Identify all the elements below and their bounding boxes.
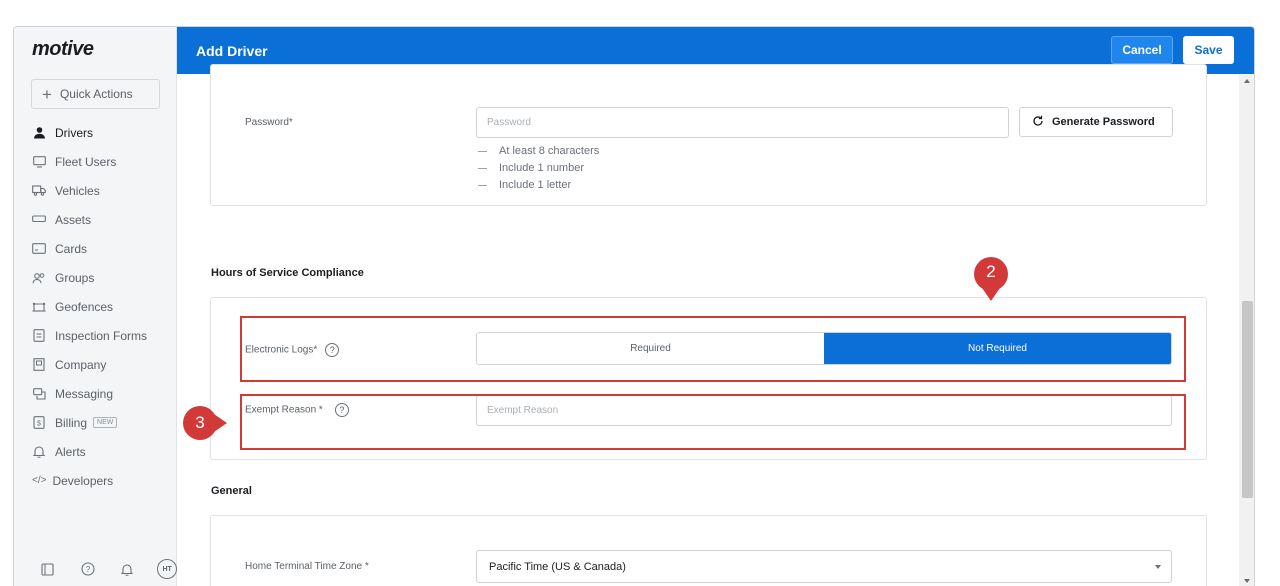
sidebar-item-groups[interactable]: Groups (14, 263, 177, 292)
card-icon (32, 242, 46, 256)
driver-icon (32, 126, 46, 140)
sidebar-item-label: Alerts (55, 444, 86, 459)
truck-icon (32, 184, 46, 198)
chevron-down-icon (1155, 565, 1161, 569)
password-rule: Include 1 number (478, 162, 584, 174)
notification-bell-icon[interactable] (118, 559, 138, 579)
sidebar-item-vehicles[interactable]: Vehicles (14, 176, 177, 205)
generate-password-label: Generate Password (1052, 116, 1155, 128)
sidebar-item-label: Fleet Users (55, 154, 117, 169)
timezone-select[interactable]: Pacific Time (US & Canada) (476, 550, 1172, 583)
sidebar-item-fleet-users[interactable]: Fleet Users (14, 147, 177, 176)
scroll-up-icon[interactable] (1244, 79, 1250, 83)
sidebar-item-label: Inspection Forms (55, 328, 148, 343)
password-rule: At least 8 characters (478, 145, 599, 157)
page-title: Add Driver (196, 42, 268, 59)
svg-text:$: $ (37, 421, 41, 428)
help-icon[interactable]: ? (78, 559, 98, 579)
annotation-marker-2: 2 (972, 255, 1010, 301)
form-content: Password* Password Generate Password At … (177, 64, 1239, 586)
scrollbar-thumb[interactable] (1242, 301, 1253, 498)
book-icon[interactable] (38, 559, 58, 579)
sidebar-item-label: Groups (55, 270, 95, 285)
sidebar-item-inspection-forms[interactable]: Inspection Forms (14, 321, 177, 350)
password-label: Password* (245, 117, 293, 128)
sidebar-item-billing[interactable]: $ Billing NEW (14, 408, 177, 437)
sidebar-item-label: Drivers (55, 125, 93, 140)
sidebar-item-label: Cards (55, 241, 88, 256)
quick-actions-label: Quick Actions (59, 87, 133, 101)
trailer-icon (32, 213, 46, 227)
sidebar-item-messaging[interactable]: Messaging (14, 379, 177, 408)
sidebar-item-drivers[interactable]: Drivers (14, 118, 177, 147)
plus-icon: + (42, 84, 52, 104)
save-button[interactable]: Save (1183, 36, 1234, 64)
annotation-marker-3: 3 (181, 404, 227, 442)
sidebar-item-label: Company (55, 357, 107, 372)
sidebar-item-alerts[interactable]: Alerts (14, 437, 177, 466)
building-icon (32, 358, 46, 372)
timezone-value: Pacific Time (US & Canada) (489, 560, 626, 573)
form-icon (32, 329, 46, 343)
sidebar-item-company[interactable]: Company (14, 350, 177, 379)
annotation-box-3 (240, 394, 1186, 450)
sidebar-nav: Drivers Fleet Users Vehicles Assets Card… (14, 118, 177, 495)
geofence-icon (32, 300, 46, 314)
sidebar-item-assets[interactable]: Assets (14, 205, 177, 234)
groups-icon (32, 271, 46, 285)
password-placeholder: Password (487, 117, 531, 128)
scroll-down-icon[interactable] (1244, 579, 1250, 583)
sidebar-item-label: Vehicles (55, 183, 100, 198)
refresh-icon (1032, 115, 1044, 130)
sidebar: motive + Quick Actions Drivers Fleet Use… (14, 27, 178, 586)
sidebar-footer: ? HT (14, 554, 178, 584)
general-section-heading: General (211, 485, 252, 497)
vertical-scrollbar[interactable] (1239, 74, 1254, 586)
hos-section-heading: Hours of Service Compliance (211, 267, 364, 279)
cancel-button[interactable]: Cancel (1111, 36, 1173, 64)
bell-icon (32, 445, 46, 459)
sidebar-item-label: Geofences (55, 299, 114, 314)
password-input[interactable]: Password (476, 107, 1009, 138)
svg-text:?: ? (85, 565, 90, 574)
password-rule: Include 1 letter (478, 179, 571, 191)
home-terminal-timezone-label: Home Terminal Time Zone * (245, 561, 369, 572)
sidebar-item-label: Developers (52, 473, 114, 488)
message-icon (32, 387, 46, 401)
sidebar-item-label: Billing (55, 415, 88, 430)
sidebar-item-label: Assets (55, 212, 92, 227)
sidebar-item-label: Messaging (55, 386, 114, 401)
monitor-icon (32, 155, 46, 169)
quick-actions-button[interactable]: + Quick Actions (31, 79, 160, 109)
avatar[interactable]: HT (157, 559, 178, 579)
sidebar-item-cards[interactable]: Cards (14, 234, 177, 263)
billing-icon: $ (32, 416, 46, 430)
motive-logo: motive (32, 38, 94, 60)
annotation-box-2 (240, 316, 1186, 382)
sidebar-item-geofences[interactable]: Geofences (14, 292, 177, 321)
generate-password-button[interactable]: Generate Password (1019, 107, 1173, 137)
app-window: motive + Quick Actions Drivers Fleet Use… (13, 26, 1255, 586)
new-badge: NEW (93, 417, 118, 428)
sidebar-item-developers[interactable]: </> Developers (14, 466, 177, 495)
code-icon: </> (32, 475, 47, 486)
